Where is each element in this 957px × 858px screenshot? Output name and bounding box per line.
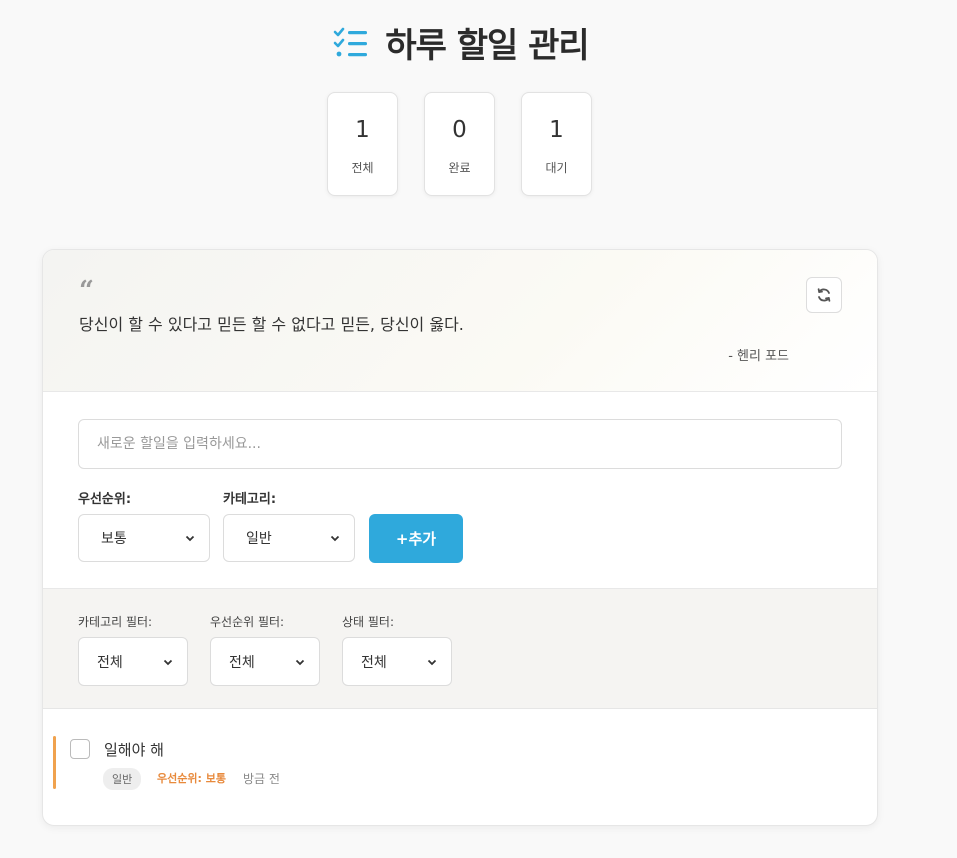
priority-indicator bbox=[53, 736, 56, 789]
chevron-down-icon bbox=[295, 659, 305, 665]
stat-total-label: 전체 bbox=[351, 160, 374, 175]
quote-mark: “ bbox=[79, 276, 94, 306]
chevron-down-icon bbox=[330, 535, 340, 542]
chevron-down-icon bbox=[427, 659, 437, 665]
category-select-value: 일반 bbox=[246, 531, 272, 547]
priority-label: 우선순위: bbox=[78, 492, 132, 507]
stat-pending: 1 대기 bbox=[521, 92, 592, 196]
refresh-icon bbox=[817, 288, 831, 302]
quote-section: “ 당신이 할 수 있다고 믿든 할 수 없다고 믿든, 당신이 옳다. - 헨… bbox=[43, 250, 877, 392]
main-card: “ 당신이 할 수 있다고 믿든 할 수 없다고 믿든, 당신이 옳다. - 헨… bbox=[42, 249, 878, 826]
chevron-down-icon bbox=[185, 535, 195, 542]
stats-panel: 1 전체 0 완료 1 대기 bbox=[327, 92, 592, 196]
category-filter-select[interactable]: 전체 bbox=[78, 637, 188, 686]
category-filter-value: 전체 bbox=[97, 654, 123, 671]
chevron-down-icon bbox=[163, 659, 173, 665]
category-filter-label: 카테고리 필터: bbox=[78, 615, 153, 629]
stat-total-value: 1 bbox=[355, 116, 370, 143]
page-title: 하루 할일 관리 bbox=[385, 26, 589, 66]
quote-author: - 헨리 포드 bbox=[728, 349, 789, 364]
priority-filter-value: 전체 bbox=[229, 654, 255, 671]
stat-done-value: 0 bbox=[452, 116, 467, 143]
todo-timestamp: 방금 전 bbox=[243, 772, 280, 786]
refresh-quote-button[interactable] bbox=[806, 277, 842, 313]
quote-text: 당신이 할 수 있다고 믿든 할 수 없다고 믿든, 당신이 옳다. bbox=[79, 315, 464, 334]
status-filter-select[interactable]: 전체 bbox=[342, 637, 452, 686]
add-task-button[interactable]: +추가 bbox=[369, 514, 463, 563]
priority-select[interactable]: 보통 bbox=[78, 514, 210, 562]
category-select[interactable]: 일반 bbox=[223, 514, 355, 562]
status-filter-value: 전체 bbox=[361, 654, 387, 671]
todo-checkbox[interactable] bbox=[70, 739, 90, 759]
status-filter-label: 상태 필터: bbox=[342, 615, 395, 629]
priority-select-value: 보통 bbox=[101, 531, 127, 547]
priority-filter-label: 우선순위 필터: bbox=[210, 615, 285, 629]
filter-bar: 카테고리 필터: 전체 우선순위 필터: 전체 상태 필터: 전체 bbox=[43, 589, 877, 709]
stat-pending-value: 1 bbox=[549, 116, 564, 143]
category-badge: 일반 bbox=[103, 768, 142, 790]
stat-total: 1 전체 bbox=[327, 92, 398, 196]
stat-done-label: 완료 bbox=[448, 160, 471, 175]
app-header: 하루 할일 관리 bbox=[0, 18, 920, 67]
todo-title: 일해야 해 bbox=[104, 741, 164, 759]
todo-item: 일해야 해 일반 우선순위: 보통 방금 전 bbox=[43, 709, 877, 825]
stat-done: 0 완료 bbox=[424, 92, 495, 196]
category-label: 카테고리: bbox=[223, 492, 277, 507]
priority-badge: 우선순위: 보통 bbox=[157, 772, 226, 785]
checklist-icon bbox=[334, 27, 368, 56]
task-input[interactable] bbox=[78, 419, 842, 469]
add-task-form: 우선순위: 보통 카테고리: 일반 +추가 bbox=[43, 392, 877, 589]
stat-pending-label: 대기 bbox=[545, 160, 568, 175]
priority-filter-select[interactable]: 전체 bbox=[210, 637, 320, 686]
